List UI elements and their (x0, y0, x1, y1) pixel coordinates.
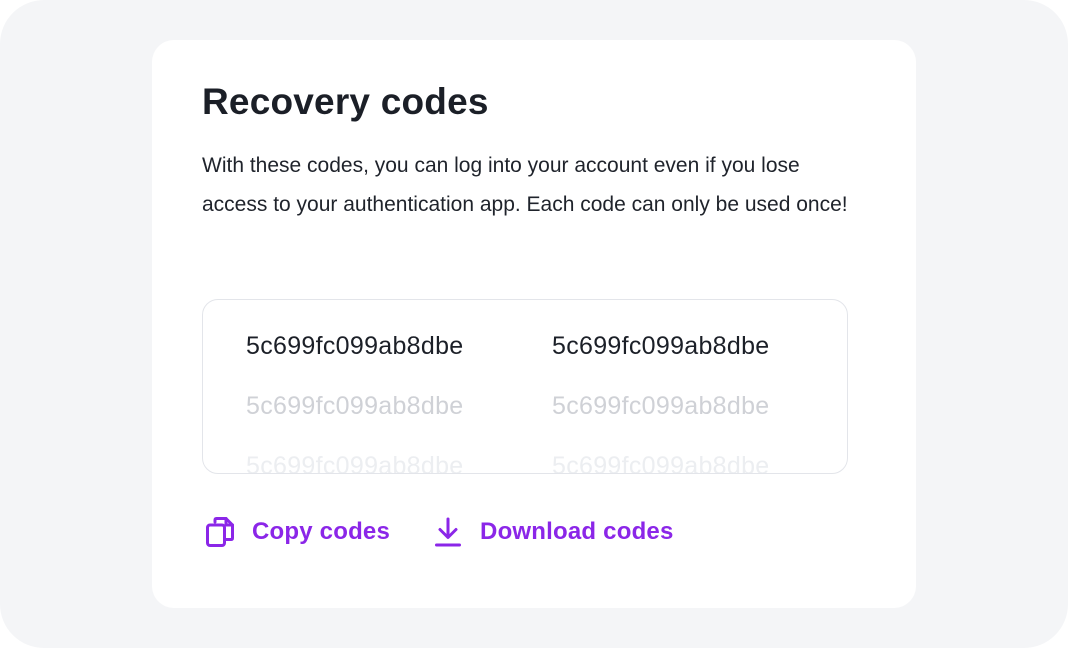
recovery-code: 5c699fc099ab8dbe (246, 392, 464, 420)
codes-grid: 5c699fc099ab8dbe 5c699fc099ab8dbe 5c699f… (246, 326, 847, 474)
copy-icon (204, 514, 236, 550)
download-icon (432, 514, 464, 550)
recovery-code: 5c699fc099ab8dbe (246, 452, 464, 474)
codes-list[interactable]: 5c699fc099ab8dbe 5c699fc099ab8dbe 5c699f… (202, 299, 848, 474)
card-title: Recovery codes (202, 81, 489, 122)
copy-codes-label: Copy codes (252, 518, 391, 545)
recovery-codes-card: Recovery codes With these codes, you can… (152, 40, 916, 608)
recovery-code: 5c699fc099ab8dbe (552, 452, 770, 474)
download-codes-label: Download codes (480, 518, 674, 545)
codes-actions: Copy codes Download codes (204, 514, 674, 550)
recovery-code: 5c699fc099ab8dbe (246, 332, 464, 360)
recovery-code: 5c699fc099ab8dbe (552, 392, 770, 420)
recovery-code: 5c699fc099ab8dbe (552, 332, 770, 360)
download-codes-button[interactable]: Download codes (432, 514, 674, 550)
copy-codes-button[interactable]: Copy codes (204, 514, 390, 550)
card-description: With these codes, you can log into your … (202, 154, 848, 216)
